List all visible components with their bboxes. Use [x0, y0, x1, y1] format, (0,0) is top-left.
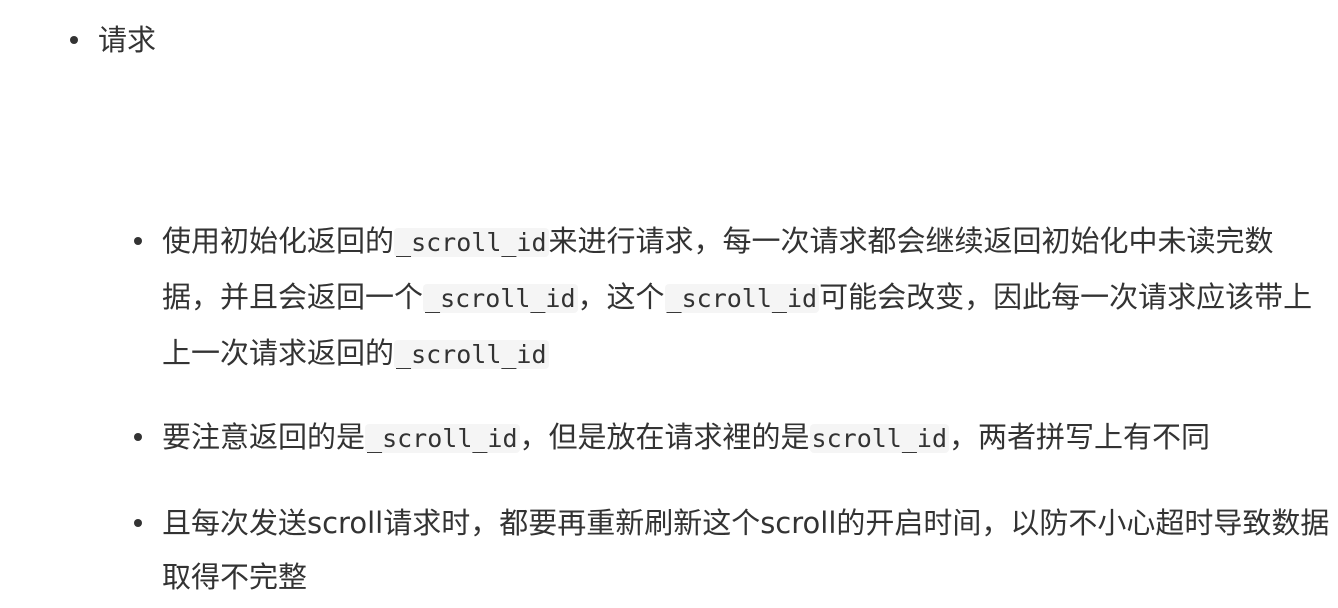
list-item-text: 且每次发送scroll请求时，都要再重新刷新这个scroll的开启时间，以防不小… [162, 506, 1330, 594]
bullet-dot [134, 237, 142, 245]
list-item-text: 使用初始化返回的 [162, 224, 395, 258]
list-item: 且每次发送scroll请求时，都要再重新刷新这个scroll的开启时间，以防不小… [162, 496, 1330, 604]
inline-code: _scroll_id [394, 340, 549, 369]
inline-code: _scroll_id [365, 424, 520, 453]
list-item-request: 请求 [98, 23, 157, 57]
list-item: 要注意返回的是_scroll_id，但是放在请求裡的是scroll_id，两者拼… [162, 410, 1330, 466]
list-item-text: 要注意返回的是 [162, 420, 366, 454]
list-item-text: ，这个 [577, 280, 665, 314]
inline-code: scroll_id [809, 424, 950, 453]
bullet-dot [134, 433, 142, 441]
list-item-text: ，但是放在请求裡的是 [519, 420, 810, 454]
list-item: 使用初始化返回的_scroll_id来进行请求，每一次请求都会继续返回初始化中未… [162, 214, 1330, 382]
bullet-dot [70, 36, 78, 44]
list-item-text: ，两者拼写上有不同 [949, 420, 1211, 454]
inline-code: _scroll_id [664, 284, 820, 313]
bullet-dot [134, 519, 142, 527]
document-content: 请求 使用初始化返回的_scroll_id来进行请求，每一次请求都会继续返回初始… [0, 0, 1338, 608]
inline-code: _scroll_id [423, 284, 578, 313]
inline-code: _scroll_id [394, 228, 549, 257]
